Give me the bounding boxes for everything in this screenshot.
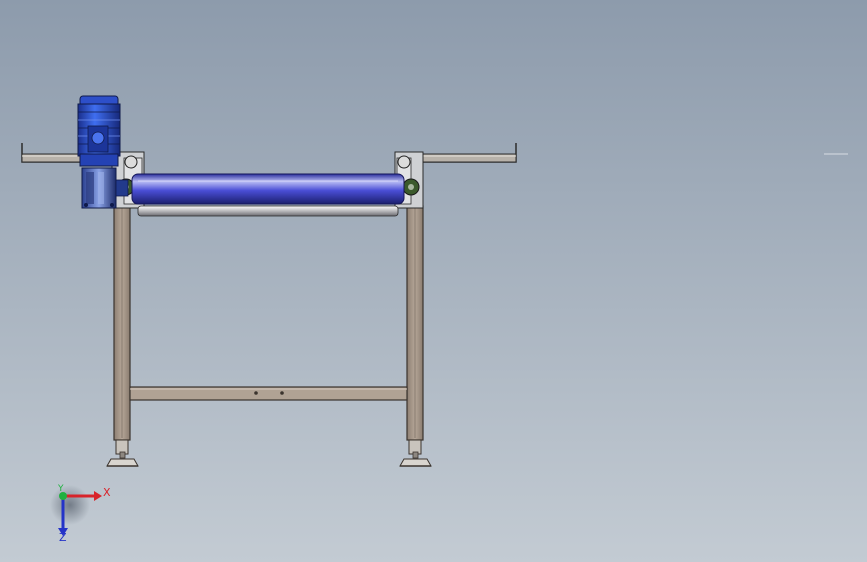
triad-y-label: Y — [58, 484, 64, 494]
triad-x-label: X — [103, 486, 111, 499]
coordinate-triad-icon — [50, 485, 102, 536]
triad-z-label: Z — [59, 531, 67, 544]
cad-viewport[interactable]: X Y Z — [0, 0, 867, 562]
